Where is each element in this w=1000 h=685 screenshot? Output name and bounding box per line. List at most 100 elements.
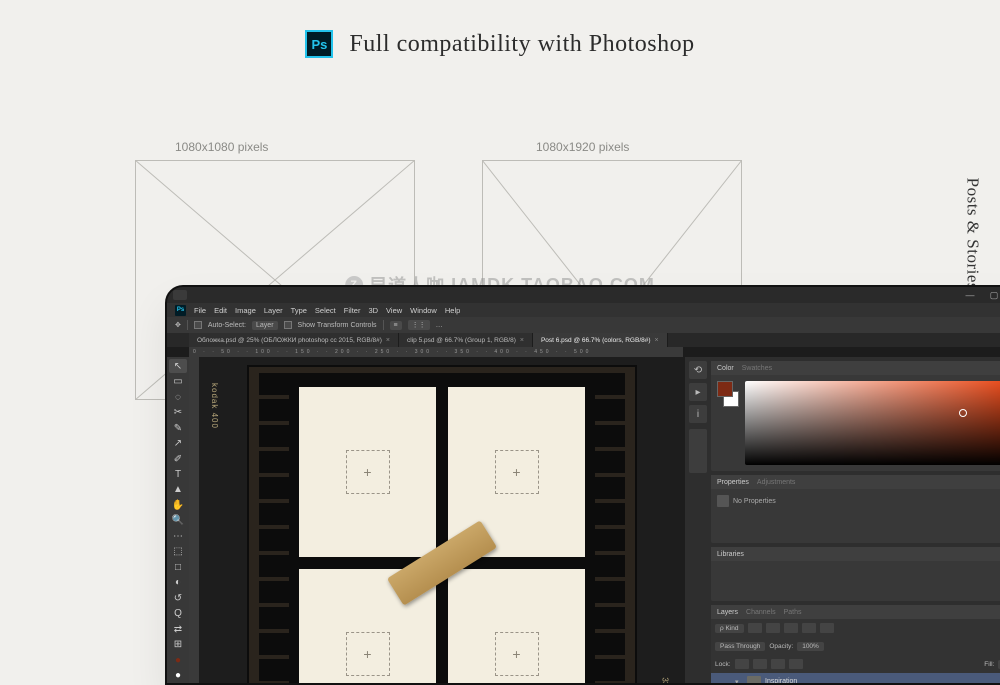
expand-caret-icon[interactable]: ▾ [735,678,743,685]
options-bar: ✥ Auto-Select: Layer Show Transform Cont… [167,317,1000,333]
properties-panel: Properties Adjustments No Properties [711,475,1000,543]
tool-marquee[interactable]: ▭ [169,374,187,388]
blend-mode-dropdown[interactable]: Pass Through [715,642,765,651]
tool-type[interactable]: T [169,467,187,481]
menu-3d[interactable]: 3D [368,306,378,315]
document-tab-1[interactable]: Обложка.psd @ 25% (ОБЛОЖКИ photoshop cc … [189,333,399,347]
move-tool-icon[interactable]: ✥ [175,321,181,329]
right-panel-dock: ⟲ ▸ i Color Swatches [685,357,1000,683]
tool-rotate[interactable]: ↺ [169,591,187,605]
tab-paths[interactable]: Paths [784,609,802,616]
document-tab-2[interactable]: clip 5.psd @ 66.7% (Group 1, RGB/8)× [399,333,533,347]
tab-layers[interactable]: Layers [717,609,738,616]
photoshop-badge-icon: Ps [305,30,333,58]
tool-swap-colors-icon[interactable]: ⇄ [169,622,187,636]
filter-adjust-icon[interactable] [766,623,780,633]
panel-icon-actions[interactable]: ▸ [689,383,707,401]
film-frame-4[interactable]: + [448,569,585,683]
tool-zoom[interactable]: 🔍 [169,514,187,528]
tab-properties[interactable]: Properties [717,479,749,486]
menu-select[interactable]: Select [315,306,336,315]
auto-select-label: Auto-Select: [208,322,246,329]
distribute-controls[interactable]: ⋮⋮ [408,320,430,330]
auto-select-dropdown[interactable]: Layer [252,321,278,330]
tab-adjustments[interactable]: Adjustments [757,479,796,486]
tool-lasso[interactable]: ◌ [169,390,187,404]
app-logo-icon: Ps [175,305,186,316]
menu-filter[interactable]: Filter [344,306,361,315]
show-transform-checkbox[interactable] [284,321,292,329]
window-titlebar: — ▢ ✕ [167,287,1000,303]
layer-filter-kind[interactable]: ρ Kind [715,624,744,633]
film-strip: + + + + [289,373,595,683]
lock-all-icon[interactable] [789,659,803,669]
menu-type[interactable]: Type [291,306,307,315]
fg-bg-swatches[interactable] [717,381,739,465]
color-field[interactable] [745,381,1000,465]
layer-thumb [747,676,761,685]
minimize-button[interactable]: — [961,290,979,300]
tab-color[interactable]: Color [717,365,734,372]
tool-more[interactable]: ⋯ [169,529,187,543]
foreground-color[interactable] [717,381,733,397]
panel-icon-history[interactable]: ⟲ [689,361,707,379]
menu-layer[interactable]: Layer [264,306,283,315]
ruler-vertical [189,357,199,683]
lock-transparency-icon[interactable] [735,659,749,669]
tool-rectangle[interactable]: □ [169,560,187,574]
background-swatch[interactable]: ● [169,668,187,682]
tab-swatches[interactable]: Swatches [742,365,772,372]
color-picker-ring-icon [959,409,967,417]
document-canvas[interactable]: kodak 400 33 4 + + + + [247,365,637,683]
document-tab-strip: Обложка.psd @ 25% (ОБЛОЖКИ photoshop cc … [167,333,1000,347]
tool-crop[interactable]: ✂ [169,405,187,419]
layer-list[interactable]: ▾Inspiration👁TInspiration👁▸Pattern👁▾Tape… [711,673,1000,685]
lock-position-icon[interactable] [771,659,785,669]
filter-smart-icon[interactable] [820,623,834,633]
system-menu-icon[interactable] [173,290,187,300]
menu-window[interactable]: Window [410,306,437,315]
document-icon [717,495,729,507]
auto-select-checkbox[interactable] [194,321,202,329]
close-icon[interactable]: × [655,337,659,344]
tool-pen[interactable]: ▲ [169,483,187,497]
layer-row[interactable]: ▾Inspiration [711,673,1000,685]
properties-message: No Properties [733,498,776,505]
workspace: ↖ ▭ ◌ ✂ ✎ ↗ ✐ T ▲ ✋ 🔍 ⋯ ⬚ □ ◐ ↺ Q ⇄ ⊞ ● … [167,357,1000,683]
filter-shape-icon[interactable] [802,623,816,633]
navigator-thumb[interactable] [689,429,707,473]
tab-channels[interactable]: Channels [746,609,776,616]
tool-move[interactable]: ↖ [169,359,187,373]
tool-frame[interactable]: ⬚ [169,545,187,559]
tool-hand[interactable]: ✋ [169,498,187,512]
options-more[interactable]: … [436,322,443,329]
filter-type-icon[interactable] [784,623,798,633]
canvas-area[interactable]: kodak 400 33 4 + + + + [189,357,685,683]
tool-eyedropper[interactable]: ✎ [169,421,187,435]
document-tab-3[interactable]: Post 6.psd @ 66.7% (colors, RGB/8#)× [533,333,668,347]
laptop-frame: — ▢ ✕ Ps File Edit Image Layer Type Sele… [165,285,1000,685]
align-controls[interactable]: ≡ [390,321,402,330]
placeholder-icon: + [346,450,390,494]
close-icon[interactable]: × [520,337,524,344]
menu-file[interactable]: File [194,306,206,315]
tool-brush[interactable]: ✐ [169,452,187,466]
panel-icon-info[interactable]: i [689,405,707,423]
menu-edit[interactable]: Edit [214,306,227,315]
close-icon[interactable]: × [386,337,390,344]
lock-pixels-icon[interactable] [753,659,767,669]
menu-view[interactable]: View [386,306,402,315]
tab-libraries[interactable]: Libraries [717,551,744,558]
film-brand-text: kodak 400 [210,383,219,429]
menu-image[interactable]: Image [235,306,256,315]
maximize-button[interactable]: ▢ [985,290,1000,300]
filter-pixel-icon[interactable] [748,623,762,633]
tool-gradient[interactable]: ◐ [169,576,187,590]
tool-quickmask[interactable]: Q [169,607,187,621]
opacity-value[interactable]: 100% [797,642,824,651]
foreground-swatch[interactable]: ● [169,653,187,667]
film-frame-1[interactable]: + [299,387,436,557]
menu-help[interactable]: Help [445,306,460,315]
tool-screenmode[interactable]: ⊞ [169,637,187,651]
tool-healing[interactable]: ↗ [169,436,187,450]
